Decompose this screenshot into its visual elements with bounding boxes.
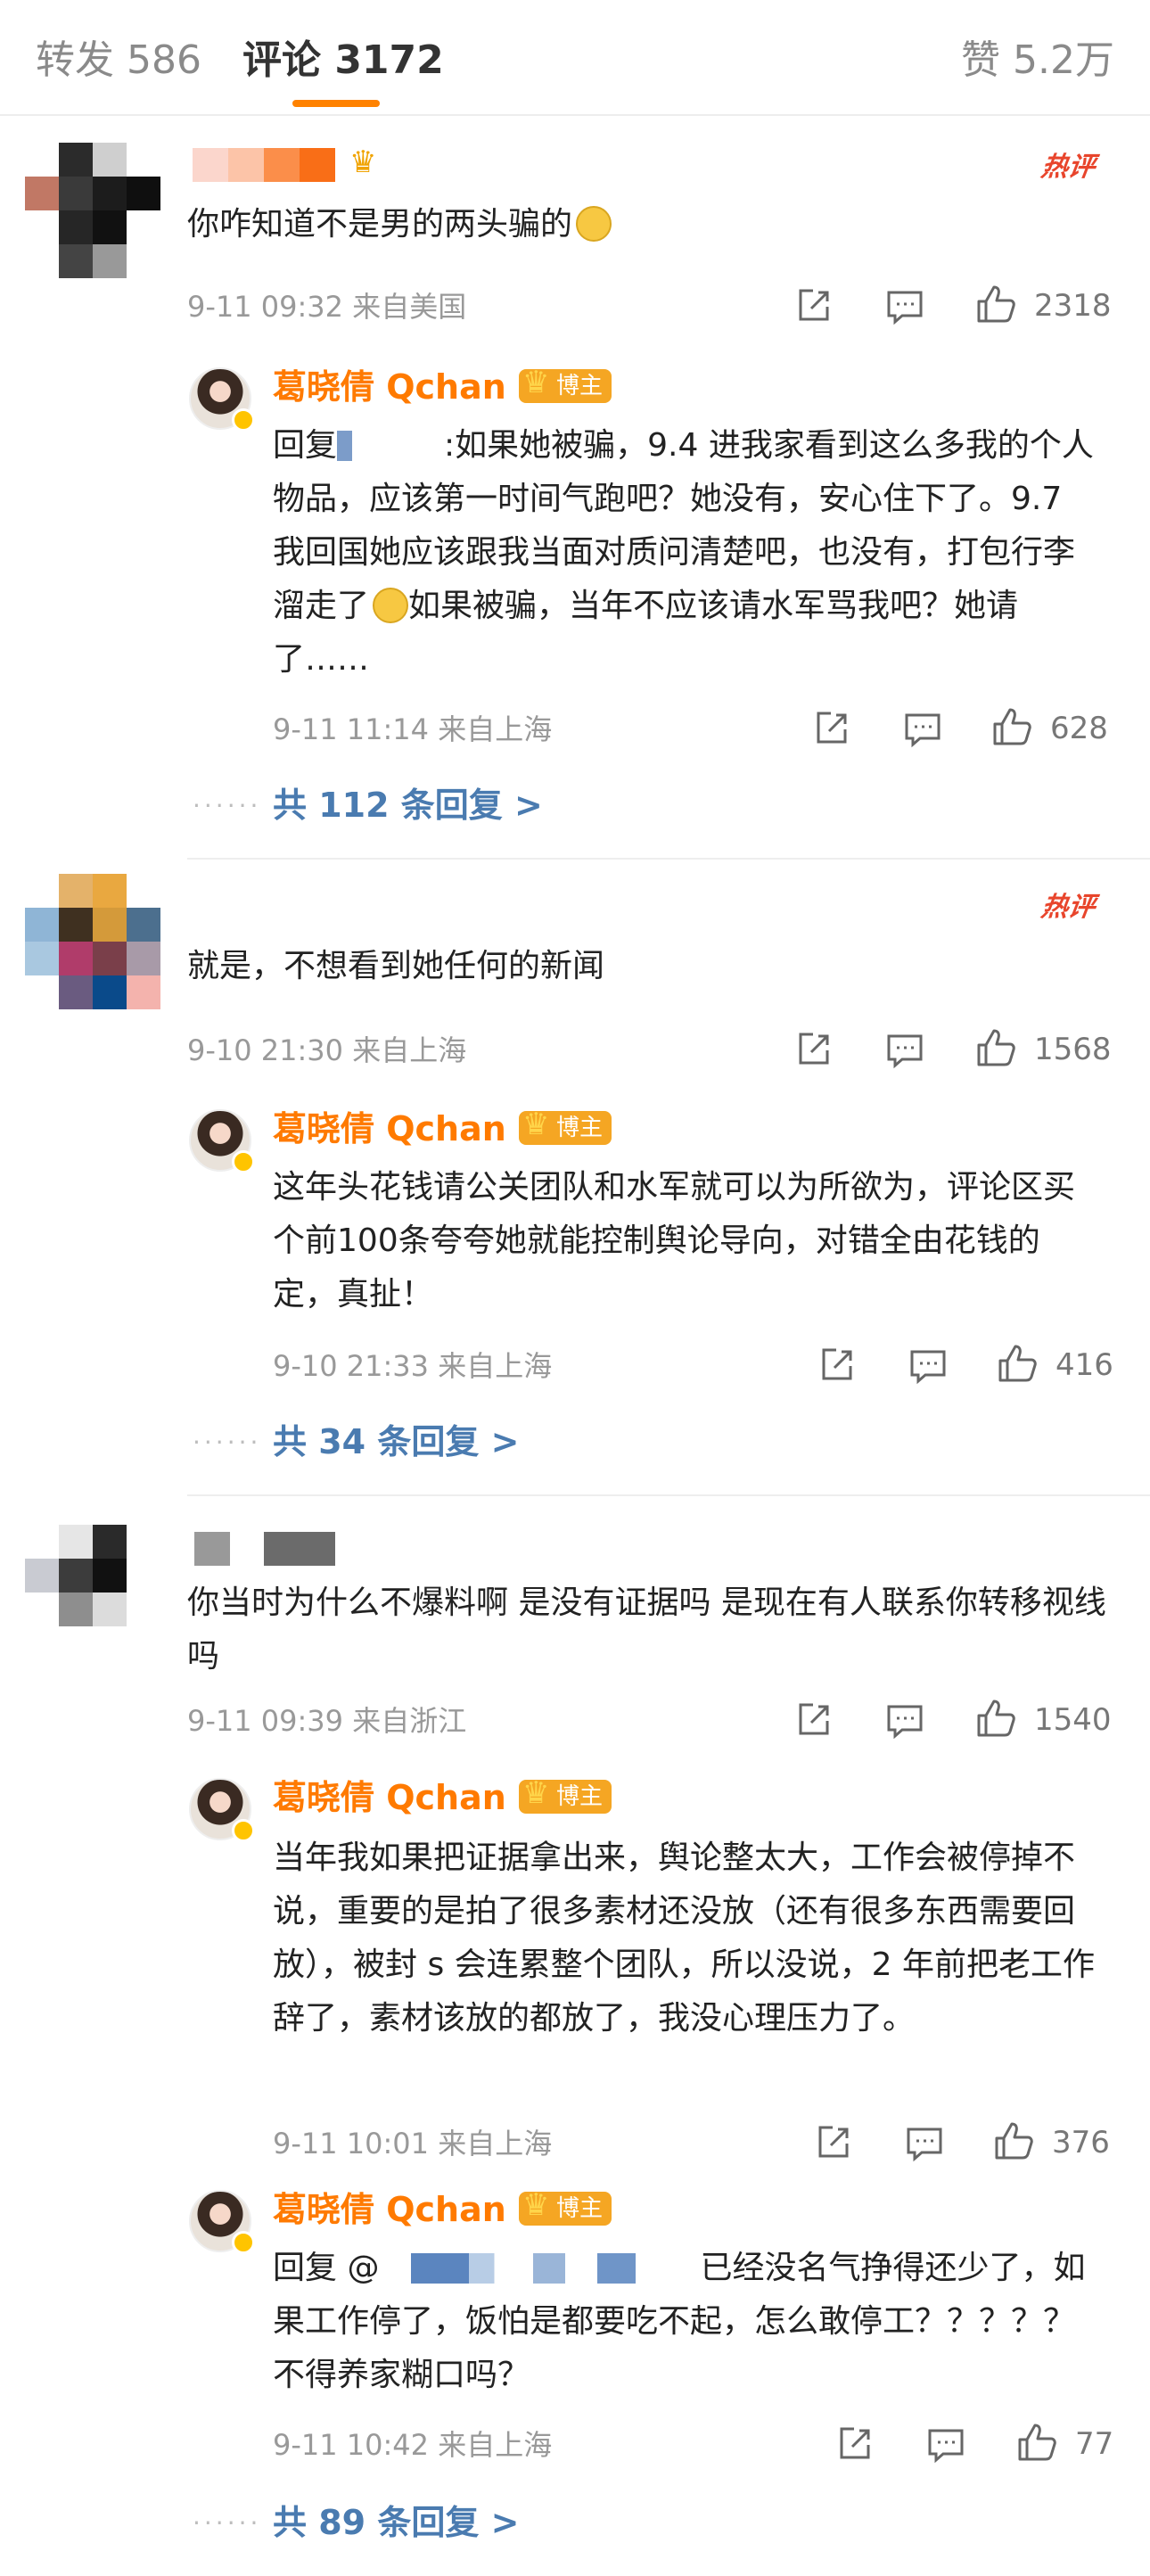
reply-text: 回复 @ 已经没名气挣得还少了，如果工作停了，饭怕是都要吃不起，怎么敢停工？？？？… <box>273 2250 1086 2393</box>
avatar[interactable] <box>189 1109 255 1173</box>
reply-text: 回复:如果她被骗，9.4 进我家看到这么多我的个人物品，应该第一时间气跑吧？她没… <box>273 427 1094 678</box>
crown-icon: ♛ <box>349 144 377 180</box>
reply-meta: 9-11 10:42 来自上海 <box>273 2428 553 2462</box>
blogger-tag: ♛ 博主 <box>519 1776 612 1814</box>
comment-icon[interactable] <box>884 285 925 326</box>
smiley-icon <box>576 206 612 242</box>
view-replies-link[interactable]: 共 34 条回复 > <box>273 1420 519 1464</box>
avatar[interactable] <box>189 2190 255 2254</box>
comment-meta: 9-10 21:30 来自上海 <box>187 1033 467 1067</box>
like-count: 376 <box>1052 2125 1110 2160</box>
crown-icon: ♛ <box>522 365 550 400</box>
like-icon[interactable] <box>993 2120 1034 2161</box>
like-count: 77 <box>1075 2426 1114 2462</box>
avatar[interactable] <box>25 143 160 278</box>
repost-icon[interactable] <box>811 708 852 749</box>
verified-badge-icon <box>232 408 255 432</box>
crown-icon: ♛ <box>522 1107 550 1142</box>
tab-repost[interactable]: 转发 586 <box>36 36 201 86</box>
repost-icon[interactable] <box>793 285 834 326</box>
blogger-tag: ♛ 博主 <box>519 2188 612 2226</box>
view-replies-link[interactable]: 共 112 条回复 > <box>273 783 543 827</box>
mention-blurred <box>337 431 445 461</box>
repost-icon[interactable] <box>793 1029 834 1070</box>
comment-meta: 9-11 09:39 来自浙江 <box>187 1704 467 1738</box>
comment-text: 你咋知道不是男的两头骗的 <box>187 198 1114 251</box>
verified-badge-icon <box>232 1819 255 1842</box>
like-icon[interactable] <box>991 706 1032 747</box>
tab-like[interactable]: 赞 5.2万 <box>961 36 1114 86</box>
like-icon[interactable] <box>997 1343 1038 1384</box>
reply-author[interactable]: 葛晓倩 Qchan <box>273 366 506 408</box>
repost-icon[interactable] <box>793 1700 834 1741</box>
username-blurred <box>194 1532 230 1566</box>
reply-text: 当年我如果把证据拿出来，舆论整太大，工作会被停掉不说，重要的是拍了很多素材还没放… <box>273 1839 1095 2037</box>
repost-icon[interactable] <box>817 1345 858 1386</box>
hot-comment-badge: 热评 <box>1039 892 1097 923</box>
like-count: 628 <box>1050 711 1108 746</box>
mention-blurred <box>379 2253 701 2284</box>
thread-dots: ······ <box>193 791 262 820</box>
tab-comment[interactable]: 评论 3172 <box>242 36 444 86</box>
comment-icon[interactable] <box>884 1029 925 1070</box>
like-count: 1568 <box>1034 1032 1112 1067</box>
comment-meta: 9-11 09:32 来自美国 <box>187 290 467 324</box>
avatar[interactable] <box>25 874 160 1009</box>
active-tab-indicator <box>292 100 380 107</box>
reply-author[interactable]: 葛晓倩 Qchan <box>273 1776 506 1819</box>
like-count: 1540 <box>1034 1702 1112 1738</box>
comment-icon[interactable] <box>908 1345 949 1386</box>
divider <box>187 858 1150 860</box>
reply-meta: 9-11 11:14 来自上海 <box>273 712 553 746</box>
thread-dots: ······ <box>193 1428 262 1457</box>
verified-badge-icon <box>232 1150 255 1173</box>
comment-icon[interactable] <box>904 2122 945 2163</box>
reply-author[interactable]: 葛晓倩 Qchan <box>273 2188 506 2231</box>
tab-bar: 转发 586 评论 3172 赞 5.2万 <box>0 0 1150 116</box>
like-icon[interactable] <box>1016 2422 1057 2463</box>
comment-icon[interactable] <box>902 708 943 749</box>
blogger-tag: ♛ 博主 <box>519 365 612 403</box>
verified-badge-icon <box>232 2231 255 2254</box>
reply-meta: 9-10 21:33 来自上海 <box>273 1349 553 1383</box>
reply-text: 这年头花钱请公关团队和水军就可以为所欲为，评论区买个前100条夸夸她就能控制舆论… <box>273 1169 1076 1313</box>
hot-comment-badge: 热评 <box>1039 152 1097 183</box>
reply-meta: 9-11 10:01 来自上海 <box>273 2127 553 2160</box>
like-count: 416 <box>1056 1347 1113 1383</box>
avatar[interactable] <box>189 367 255 432</box>
avatar[interactable] <box>189 1778 255 1842</box>
like-icon[interactable] <box>975 1698 1016 1739</box>
reply-author[interactable]: 葛晓倩 Qchan <box>273 1107 506 1150</box>
like-icon[interactable] <box>975 284 1016 325</box>
thread-dots: ······ <box>193 2508 262 2538</box>
repost-icon[interactable] <box>813 2122 854 2163</box>
blogger-tag: ♛ 博主 <box>519 1107 612 1145</box>
comment-text: 你当时为什么不爆料啊 是没有证据吗 是现在有人联系你转移视线吗 <box>187 1584 1106 1675</box>
smiley-icon <box>373 588 409 623</box>
view-replies-link[interactable]: 共 89 条回复 > <box>273 2500 519 2545</box>
comment-icon[interactable] <box>925 2424 966 2465</box>
like-count: 2318 <box>1034 288 1112 324</box>
divider <box>187 1494 1150 1496</box>
comment-icon[interactable] <box>884 1700 925 1741</box>
avatar[interactable] <box>25 1525 160 1660</box>
crown-icon: ♛ <box>522 1775 550 1811</box>
username-blurred <box>193 148 228 182</box>
repost-icon[interactable] <box>834 2424 875 2465</box>
crown-icon: ♛ <box>522 2187 550 2223</box>
like-icon[interactable] <box>975 1027 1016 1068</box>
comment-text: 就是，不想看到她任何的新闻 <box>187 948 605 984</box>
